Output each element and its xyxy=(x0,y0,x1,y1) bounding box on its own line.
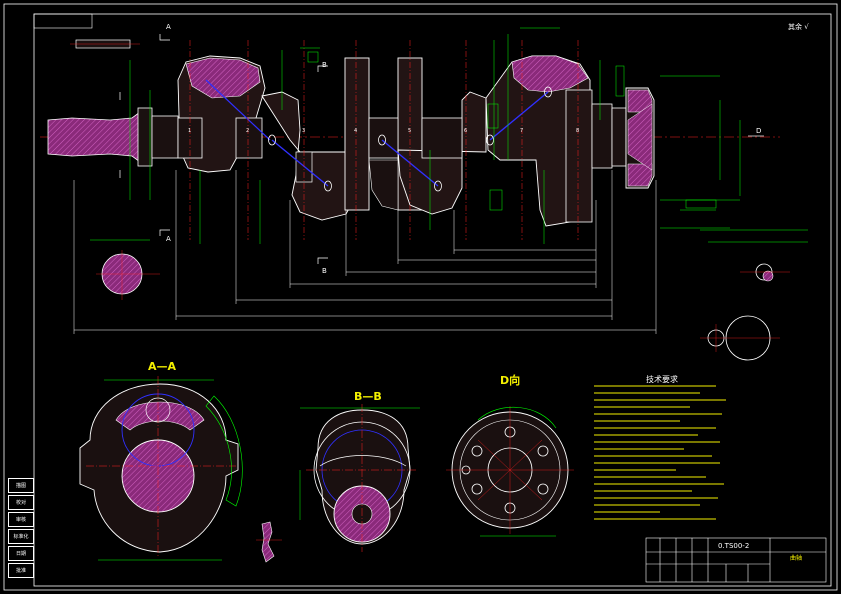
journal-number: 5 xyxy=(408,128,412,134)
d-view-flange xyxy=(446,406,574,537)
side-strip-cell: 审核 xyxy=(8,512,34,527)
side-strip-cell: 标准化 xyxy=(8,529,34,544)
tech-requirements-title: 技术要求 xyxy=(646,375,678,384)
journal-number: 2 xyxy=(246,128,250,134)
drawing-number: 0.TS00-2 xyxy=(718,542,750,550)
detail-profile xyxy=(256,521,282,563)
drawing-canvas xyxy=(3,3,838,591)
section-mark-a-top: A xyxy=(166,23,171,31)
journal-number: 3 xyxy=(302,128,306,134)
section-aa-view xyxy=(79,376,243,561)
journal-number: 6 xyxy=(464,128,468,134)
journal-number: 7 xyxy=(520,128,524,134)
section-bb-view xyxy=(299,404,420,552)
journal-number: 8 xyxy=(576,128,580,134)
section-bb-title: B—B xyxy=(354,390,382,403)
roughness-note: 其余 √ xyxy=(788,23,809,31)
journal-number: 1 xyxy=(188,128,192,134)
side-strip-cell: 校对 xyxy=(8,495,34,510)
section-mark-b-top: B xyxy=(322,61,327,69)
detail-circles xyxy=(96,250,790,361)
section-mark-d: D xyxy=(756,127,762,135)
view-d-title: D向 xyxy=(500,374,521,387)
section-mark-a-bottom: A xyxy=(166,235,171,243)
section-aa-title: A—A xyxy=(148,360,177,373)
section-mark-b-bottom: B xyxy=(322,267,327,275)
side-strip-cell: 批准 xyxy=(8,563,34,578)
side-strip-cell: 描图 xyxy=(8,478,34,493)
crankshaft-main-view xyxy=(40,39,780,240)
side-strip-cell: 日期 xyxy=(8,546,34,561)
title-block-part-name: 曲轴 xyxy=(790,555,803,562)
tech-requirements-text xyxy=(594,385,726,520)
journal-number: 4 xyxy=(354,128,358,134)
